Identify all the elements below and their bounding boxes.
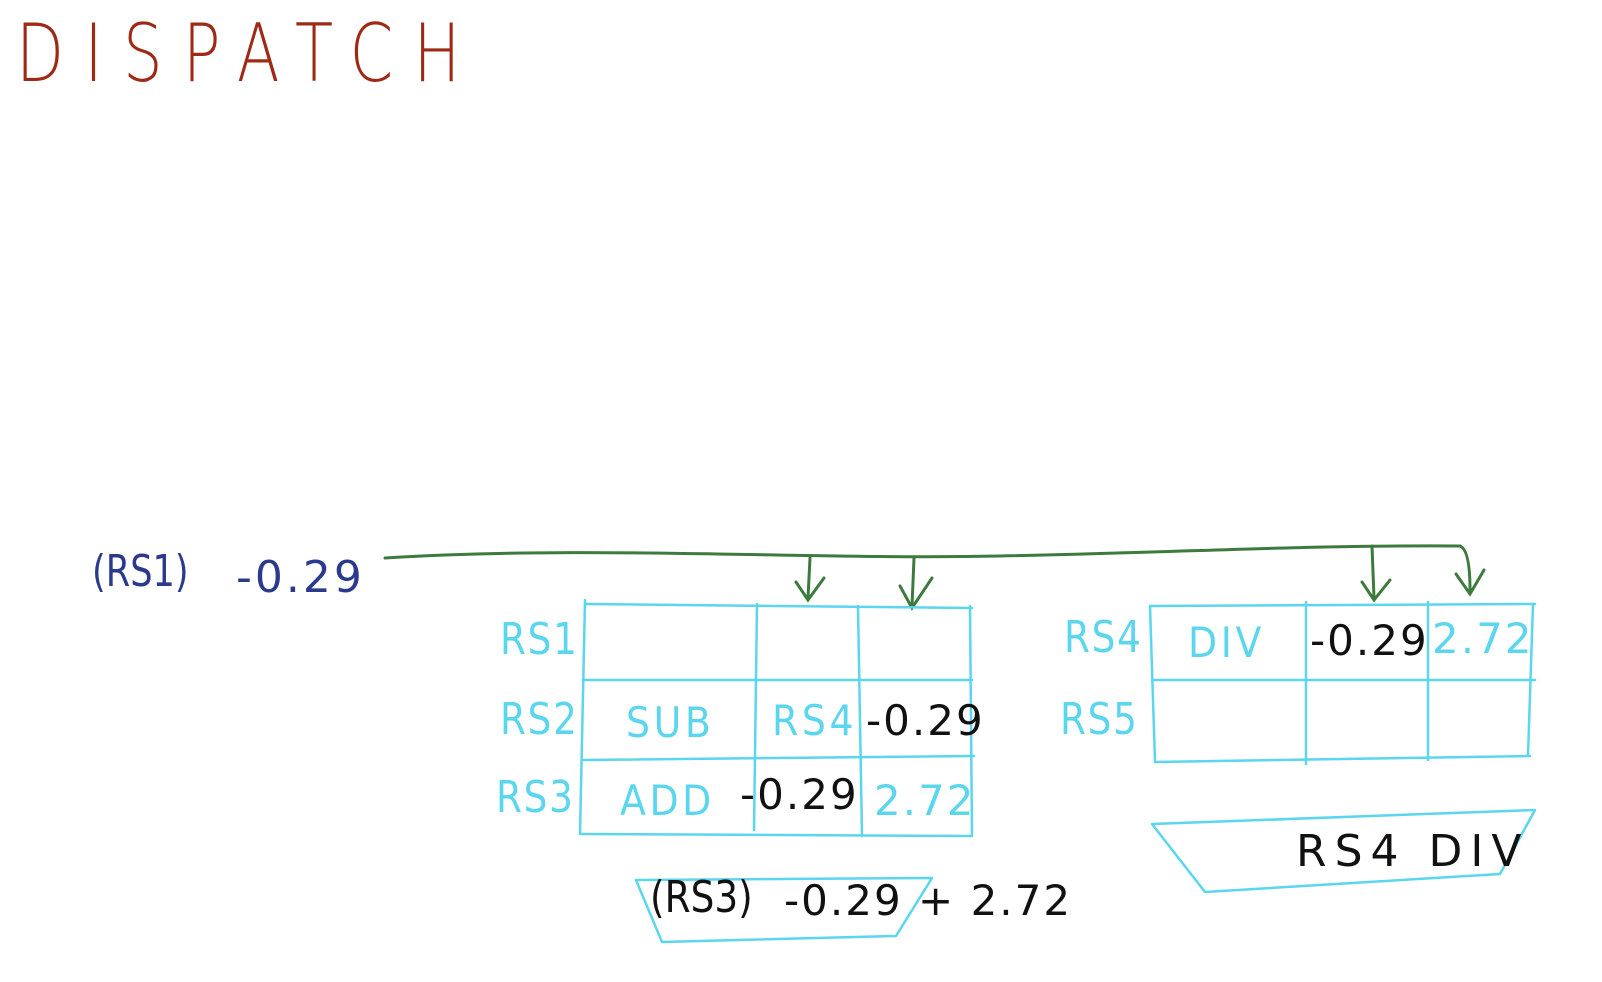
rs-row-label: RS2 (500, 694, 579, 745)
rs-src2-cell: 2.72 (874, 776, 976, 825)
broadcast-value: -0.29 (236, 552, 365, 603)
rs-src1-cell: -0.29 (740, 770, 859, 819)
add-unit-tag: (RS3) (650, 872, 753, 923)
div-unit-label: RS4 DIV (1296, 826, 1530, 877)
rs-op-cell: DIV (1188, 618, 1265, 667)
arrow-down-icon (794, 556, 826, 603)
rs-src1-cell: -0.29 (1310, 616, 1429, 665)
rs-row-label: RS5 (1060, 694, 1139, 745)
rs-op-cell: SUB (626, 698, 715, 747)
add-unit-expression: -0.29 + 2.72 (784, 876, 1073, 925)
broadcast-bus-line (383, 544, 1462, 560)
rs-row-label: RS3 (496, 772, 575, 823)
broadcast-tag: (RS1) (92, 546, 189, 597)
rs-src1-cell: RS4 (772, 696, 858, 745)
rs-src2-cell: -0.29 (866, 696, 985, 745)
rs-row-label: RS4 (1064, 612, 1143, 663)
whiteboard-canvas: DISPATCH (RS1) -0.29 RS1 RS2 RS3 SUB RS4… (0, 0, 1602, 982)
rs-row-label: RS1 (500, 614, 579, 665)
arrow-down-icon (898, 556, 934, 611)
rs-src2-cell: 2.72 (1432, 614, 1534, 663)
rs-op-cell: ADD (620, 776, 715, 825)
arrow-down-icon (1360, 544, 1392, 603)
